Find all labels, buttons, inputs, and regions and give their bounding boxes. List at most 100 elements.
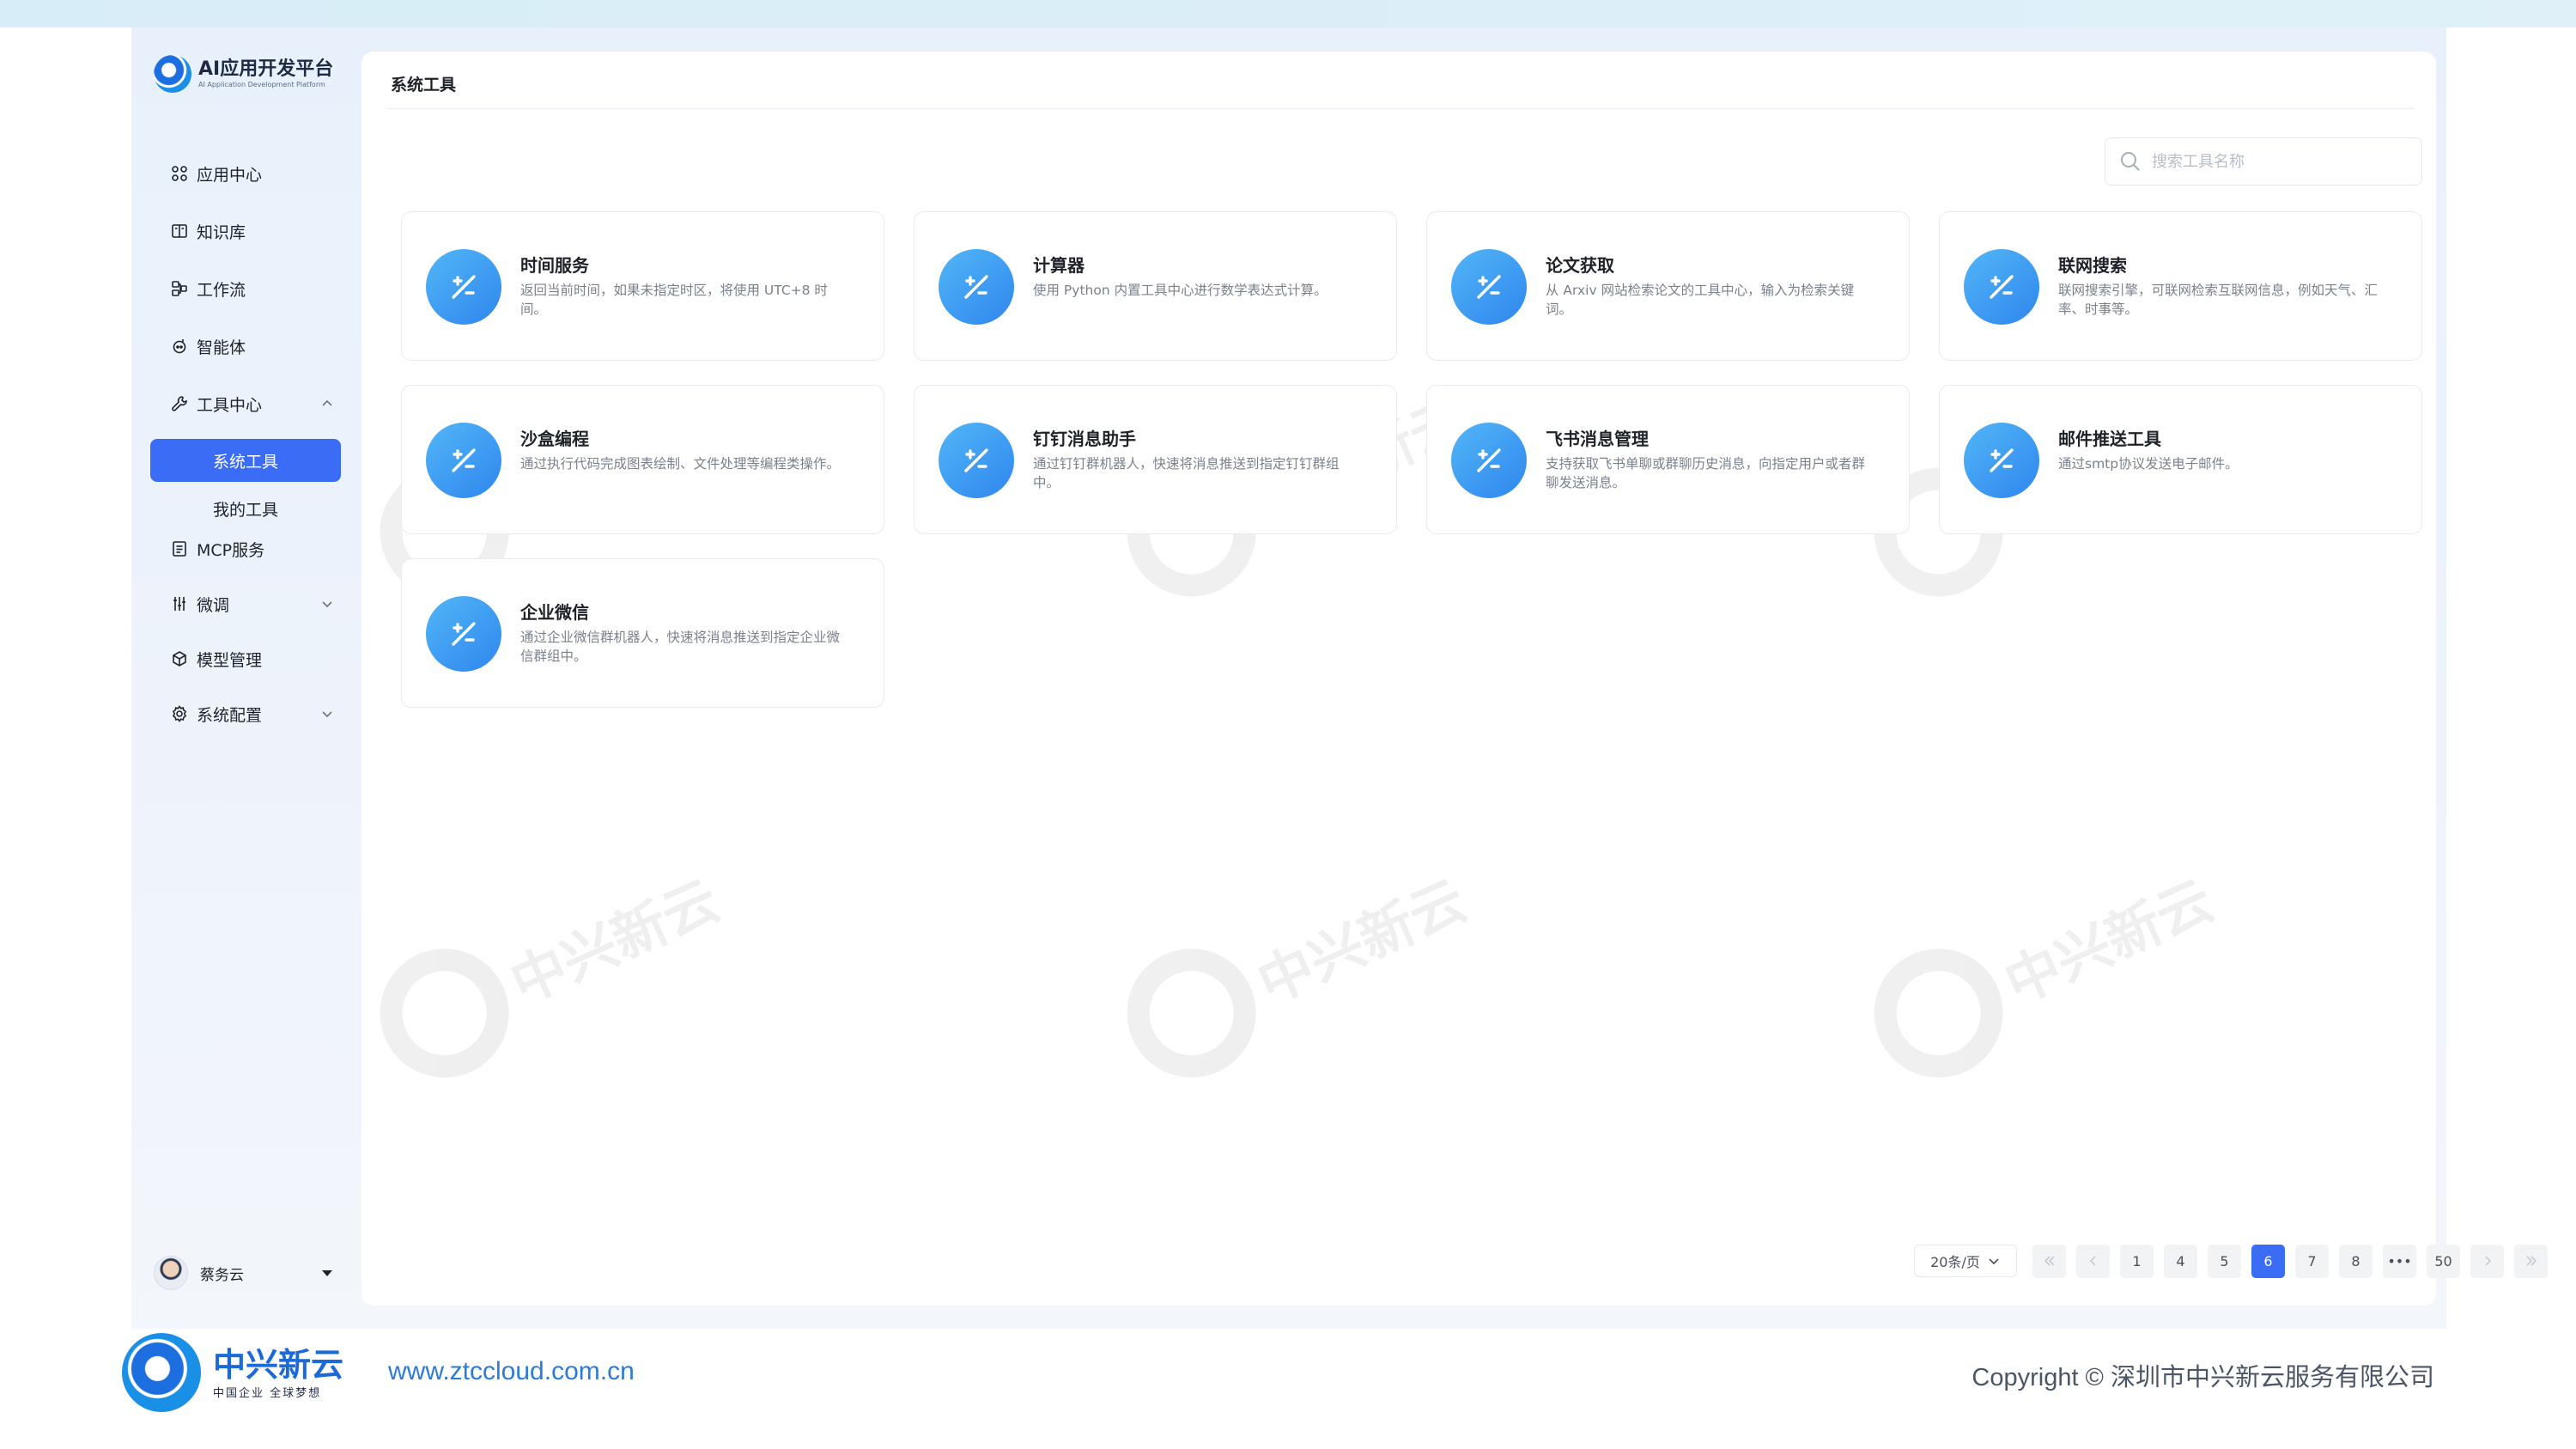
sidebar-item-label: 微调 (197, 595, 230, 615)
tool-name: 飞书消息管理 (1546, 429, 1649, 449)
tool-icon (939, 249, 1014, 325)
tool-name: 联网搜索 (2058, 255, 2127, 276)
page-button[interactable]: 7 (2295, 1244, 2329, 1278)
tool-icon (426, 596, 501, 672)
tool-name: 时间服务 (520, 255, 589, 276)
chevron-right-icon (2484, 1256, 2491, 1266)
watermark: 中兴新云 (1853, 834, 2234, 1099)
tool-description: 从 Arxiv 网站检索论文的工具中心，输入为检索关键词。 (1546, 283, 1855, 317)
watermark: 中兴新云 (359, 834, 740, 1099)
cube-icon (171, 650, 188, 667)
prev-page-button[interactable] (2076, 1244, 2110, 1278)
title-divider (387, 108, 2414, 109)
sidebar-subitem-my-tools[interactable]: 我的工具 (150, 487, 341, 530)
tool-card[interactable]: 企业微信 通过企业微信群机器人，快速将消息推送到指定企业微信群组中。 (401, 558, 884, 708)
search-icon (2121, 152, 2140, 171)
page-button[interactable]: 5 (2208, 1244, 2241, 1278)
avatar (154, 1256, 188, 1290)
top-band (0, 0, 2576, 27)
app-logo[interactable]: AI应用开发平台 AI Application Development Plat… (154, 50, 351, 98)
chevron-down-icon (319, 595, 336, 612)
grid-icon (171, 165, 188, 182)
sidebar-item-label: 工作流 (197, 280, 246, 300)
watermark: 中兴新云 (1106, 834, 1487, 1099)
last-page-button[interactable] (2514, 1244, 2548, 1278)
sidebar-item-label: 工具中心 (197, 395, 263, 415)
tool-description: 联网搜索引擎，可联网检索互联网信息，例如天气、汇率、时事等。 (2058, 283, 2379, 317)
next-page-button[interactable] (2470, 1244, 2504, 1278)
tool-card[interactable]: 钉钉消息助手 通过钉钉群机器人，快速将消息推送到指定钉钉群组中。 (914, 385, 1397, 534)
tool-description: 通过执行代码完成图表绘制、文件处理等编程类操作。 (520, 456, 841, 472)
sidebar-item-label: 系统配置 (197, 705, 263, 725)
double-chevron-right-icon (2525, 1256, 2537, 1266)
page-button-current[interactable]: 6 (2251, 1244, 2285, 1278)
tool-icon (1964, 423, 2039, 498)
sidebar-nav: 应用中心 知识库 工作流 智能体 工具中心 系统工具 我的工具 MCP服务 微调… (150, 156, 341, 754)
tool-icon (1451, 423, 1527, 498)
page-button[interactable]: 1 (2120, 1244, 2154, 1278)
sidebar-item-workflow[interactable]: 工作流 (150, 271, 341, 306)
main-panel: 中兴新云 中兴新云 中兴新云 中兴新云 中兴新云 中兴新云 系统工具 时间服务 … (359, 52, 2548, 1306)
book-icon (171, 222, 188, 240)
footer-brand-name: 中兴新云 (213, 1345, 344, 1384)
page-ellipsis-button[interactable]: ••• (2383, 1244, 2416, 1278)
tool-icon (426, 249, 501, 325)
page-size-select[interactable]: 20条/页 (1914, 1245, 2017, 1277)
user-name: 蔡务云 (200, 1266, 244, 1284)
tool-card[interactable]: 论文获取 从 Arxiv 网站检索论文的工具中心，输入为检索关键词。 (1426, 211, 1910, 361)
tool-card[interactable]: 时间服务 返回当前时间，如果未指定时区，将使用 UTC+8 时间。 (401, 211, 884, 361)
chevron-up-icon (319, 395, 336, 412)
tool-icon (426, 423, 501, 498)
tool-icon (1964, 249, 2039, 325)
app-shell: AI应用开发平台 AI Application Development Plat… (131, 27, 2548, 1329)
tune-icon (171, 595, 188, 612)
tool-description: 支持获取飞书单聊或群聊历史消息，向指定用户或者群聊发送消息。 (1546, 456, 1866, 490)
sidebar-item-knowledge-base[interactable]: 知识库 (150, 214, 341, 248)
search-input[interactable] (2152, 152, 2409, 171)
double-chevron-left-icon (2044, 1256, 2055, 1266)
page-size-value: 20条/页 (1930, 1254, 1980, 1270)
sidebar-item-system-config[interactable]: 系统配置 (150, 697, 341, 731)
first-page-button[interactable] (2032, 1244, 2066, 1278)
sidebar-item-label: 模型管理 (197, 650, 263, 670)
tool-card[interactable]: 飞书消息管理 支持获取飞书单聊或群聊历史消息，向指定用户或者群聊发送消息。 (1426, 385, 1910, 534)
tool-card[interactable]: 计算器 使用 Python 内置工具中心进行数学表达式计算。 (914, 211, 1397, 361)
page-button[interactable]: 8 (2339, 1244, 2372, 1278)
sidebar-item-agent[interactable]: 智能体 (150, 329, 341, 363)
page-button[interactable]: 4 (2164, 1244, 2197, 1278)
sidebar-item-mcp-service[interactable]: MCP服务 (150, 532, 341, 566)
logo-title: AI应用开发平台 (198, 58, 334, 80)
footer-logo: 中兴新云 中国企业 全球梦想 (122, 1333, 343, 1412)
footer-brand: 中兴新云 中国企业 全球梦想 (213, 1346, 343, 1400)
watermark-text: 中兴新云 (501, 868, 729, 1017)
footer-url-link[interactable]: www.ztccloud.com.cn (388, 1357, 635, 1386)
tool-icon (939, 423, 1014, 498)
workflow-icon (171, 280, 188, 297)
sidebar-subitem-system-tools[interactable]: 系统工具 (150, 439, 341, 482)
gear-icon (171, 705, 188, 722)
tool-name: 钉钉消息助手 (1033, 429, 1136, 449)
sidebar-item-tool-center[interactable]: 工具中心 (150, 387, 341, 421)
sidebar-item-app-center[interactable]: 应用中心 (150, 156, 341, 191)
agent-icon (171, 338, 188, 355)
tool-card[interactable]: 联网搜索 联网搜索引擎，可联网检索互联网信息，例如天气、汇率、时事等。 (1939, 211, 2422, 361)
tool-name: 邮件推送工具 (2058, 429, 2161, 449)
watermark-text: 中兴新云 (1249, 868, 1476, 1017)
tool-name: 企业微信 (520, 602, 589, 623)
footer-brand-slogan: 中国企业 全球梦想 (213, 1386, 322, 1400)
sidebar-item-model-management[interactable]: 模型管理 (150, 642, 341, 676)
search-box[interactable] (2105, 137, 2422, 186)
watermark-logo-icon (1853, 928, 2024, 1099)
tool-card[interactable]: 沙盒编程 通过执行代码完成图表绘制、文件处理等编程类操作。 (401, 385, 884, 534)
document-icon (171, 540, 188, 557)
sidebar: AI应用开发平台 AI Application Development Plat… (131, 27, 358, 1329)
page-button[interactable]: 50 (2427, 1244, 2460, 1278)
watermark-text: 中兴新云 (1996, 868, 2223, 1017)
sidebar-item-label: 知识库 (197, 222, 246, 242)
tool-description: 通过钉钉群机器人，快速将消息推送到指定钉钉群组中。 (1033, 456, 1340, 490)
tool-card[interactable]: 邮件推送工具 通过smtp协议发送电子邮件。 (1939, 385, 2422, 534)
sidebar-item-fine-tune[interactable]: 微调 (150, 587, 341, 621)
chevron-down-icon (1989, 1258, 1999, 1265)
user-menu[interactable]: 蔡务云 (154, 1254, 343, 1292)
chevron-down-icon (319, 705, 336, 722)
